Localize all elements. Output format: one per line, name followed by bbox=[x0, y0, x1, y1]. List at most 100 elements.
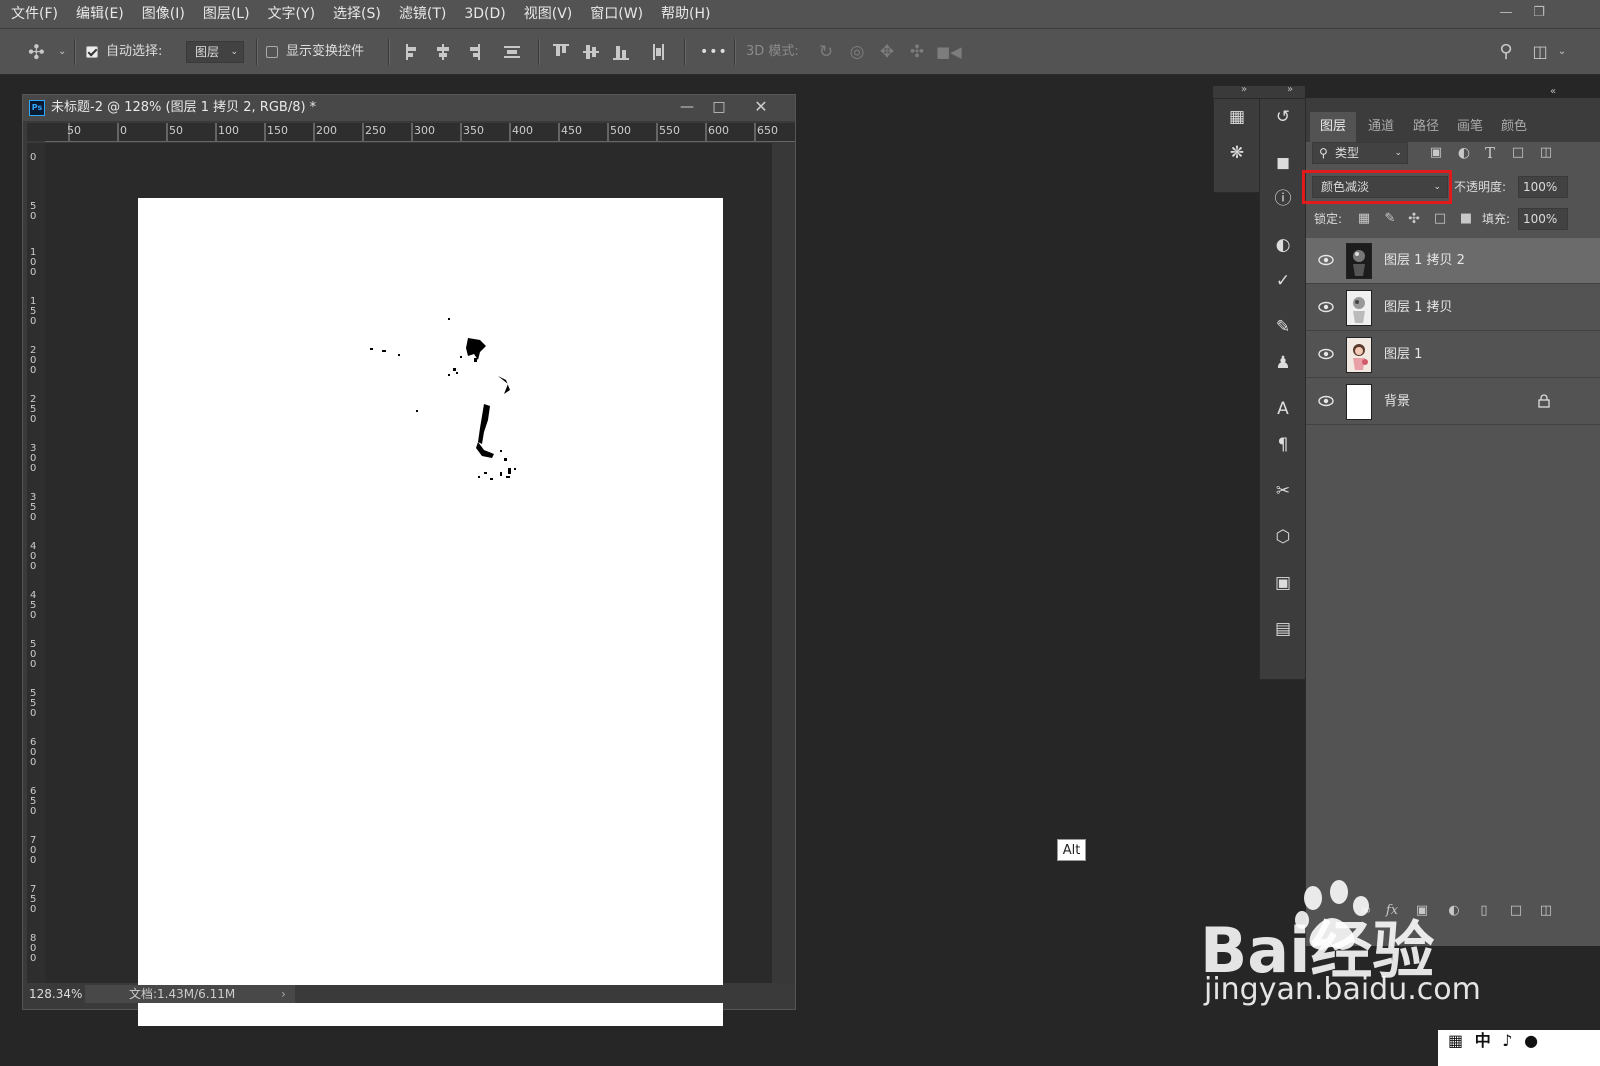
tab-paths[interactable]: 路径 bbox=[1404, 112, 1448, 142]
canvas-area[interactable] bbox=[45, 143, 772, 1026]
menu-help[interactable]: 帮助(H) bbox=[652, 0, 719, 28]
document-title-bar[interactable]: Ps 未标题-2 @ 128% (图层 1 拷贝 2, RGB/8) * — □… bbox=[23, 95, 795, 121]
align-top-icon[interactable] bbox=[552, 41, 572, 63]
collapse-icon[interactable]: » bbox=[1287, 84, 1293, 95]
lock-brush-icon[interactable]: ✎ bbox=[1380, 208, 1400, 230]
layer-name[interactable]: 背景 bbox=[1384, 379, 1410, 425]
3d-roll-icon[interactable]: ◎ bbox=[846, 29, 868, 75]
ime-emoji-icon[interactable]: ● bbox=[1524, 1031, 1538, 1050]
opacity-input[interactable]: 100% bbox=[1518, 176, 1568, 198]
eye-icon[interactable] bbox=[1318, 346, 1334, 362]
character-icon[interactable]: A bbox=[1260, 391, 1306, 427]
layer-row[interactable]: 背景 bbox=[1306, 379, 1600, 425]
gear-icon[interactable]: ❋ bbox=[1214, 135, 1260, 171]
align-hcenter-icon[interactable] bbox=[434, 41, 454, 63]
history-icon[interactable]: ↺ bbox=[1260, 99, 1306, 135]
layer-filter-dropdown[interactable]: ⚲ 类型 ⌄ bbox=[1312, 142, 1408, 164]
lock-artboard-icon[interactable]: □ bbox=[1430, 208, 1450, 230]
dock-header[interactable]: » » bbox=[1213, 84, 1305, 98]
layer-name[interactable]: 图层 1 bbox=[1384, 332, 1422, 378]
layer-row[interactable]: 图层 1 拷贝 bbox=[1306, 285, 1600, 331]
document-size-info[interactable]: 文档:1.43M/6.11M bbox=[85, 985, 295, 1003]
tab-layers[interactable]: 图层 bbox=[1310, 112, 1356, 142]
workspace-chevron-icon[interactable]: ⌄ bbox=[1556, 29, 1568, 75]
menu-layer[interactable]: 图层(L) bbox=[194, 0, 259, 28]
search-icon[interactable]: ⚲ bbox=[1494, 29, 1518, 75]
eye-icon[interactable] bbox=[1318, 252, 1334, 268]
ime-punct-icon[interactable]: ♪ bbox=[1502, 1031, 1512, 1050]
menu-filter[interactable]: 滤镜(T) bbox=[390, 0, 455, 28]
info-icon[interactable]: ⓘ bbox=[1260, 181, 1306, 217]
eye-icon[interactable] bbox=[1318, 393, 1334, 409]
doc-minimize-button[interactable]: — bbox=[677, 97, 697, 117]
menu-view[interactable]: 视图(V) bbox=[515, 0, 582, 28]
tab-channels[interactable]: 通道 bbox=[1358, 112, 1404, 142]
doc-maximize-button[interactable]: □ bbox=[709, 97, 729, 117]
align-vcenter-icon[interactable] bbox=[582, 41, 602, 63]
menu-image[interactable]: 图像(I) bbox=[133, 0, 194, 28]
align-left-icon[interactable] bbox=[404, 41, 424, 63]
ruler-horizontal[interactable]: 50 0 50 100 150 200 250 300 350 400 450 … bbox=[45, 123, 795, 142]
app-minimize-button[interactable]: — bbox=[1495, 4, 1517, 22]
filter-pixel-icon[interactable]: ▣ bbox=[1426, 142, 1446, 164]
eye-icon[interactable] bbox=[1318, 299, 1334, 315]
workspace-icon[interactable]: ◫ bbox=[1528, 29, 1552, 75]
ime-toolbar[interactable]: ▦ 中 ♪ ● bbox=[1438, 1030, 1600, 1066]
3d-camera-icon[interactable]: ■◀ bbox=[936, 29, 962, 75]
tab-color[interactable]: 颜色 bbox=[1492, 112, 1536, 142]
filter-smart-object-icon[interactable]: ◫ bbox=[1536, 142, 1556, 164]
ruler-vertical[interactable]: 0 5 0 1 0 0 1 5 0 2 0 0 2 5 0 3 0 0 3 5 … bbox=[27, 143, 46, 983]
align-right-icon[interactable] bbox=[464, 41, 484, 63]
properties-icon[interactable]: ▣ bbox=[1260, 565, 1306, 601]
3d-icon[interactable]: ⬡ bbox=[1260, 519, 1306, 555]
menu-3d[interactable]: 3D(D) bbox=[455, 0, 514, 28]
styles-icon[interactable]: ✓ bbox=[1260, 263, 1306, 299]
3d-slide-icon[interactable]: ✣ bbox=[906, 29, 928, 75]
lock-all-icon[interactable]: ■ bbox=[1456, 208, 1476, 230]
vertical-scrollbar[interactable] bbox=[772, 143, 795, 983]
grid-icon[interactable]: ▦ bbox=[1214, 99, 1260, 135]
collapse-icon[interactable]: » bbox=[1241, 84, 1247, 95]
align-bottom-icon[interactable] bbox=[612, 41, 632, 63]
filter-type-icon[interactable]: T bbox=[1480, 142, 1500, 164]
layer-comps-icon[interactable]: ▤ bbox=[1260, 611, 1306, 647]
adjustments-icon[interactable]: ◐ bbox=[1260, 227, 1306, 263]
move-tool-icon[interactable]: ✣ bbox=[28, 29, 45, 75]
layer-name[interactable]: 图层 1 拷贝 2 bbox=[1384, 238, 1465, 284]
layer-name[interactable]: 图层 1 拷贝 bbox=[1384, 285, 1453, 331]
tools-icon[interactable]: ✂ bbox=[1260, 473, 1306, 509]
tab-brushes[interactable]: 画笔 bbox=[1448, 112, 1492, 142]
fill-input[interactable]: 100% bbox=[1518, 208, 1568, 230]
menu-select[interactable]: 选择(S) bbox=[324, 0, 390, 28]
chevron-right-icon[interactable]: › bbox=[281, 985, 286, 1003]
paragraph-icon[interactable]: ¶ bbox=[1260, 427, 1306, 463]
more-options-button[interactable]: ••• bbox=[700, 29, 728, 75]
tool-preset-chevron-icon[interactable]: ⌄ bbox=[58, 29, 66, 75]
layer-row[interactable]: 图层 1 拷贝 2 bbox=[1306, 238, 1600, 284]
lock-transparent-icon[interactable]: ▦ bbox=[1354, 208, 1374, 230]
menu-file[interactable]: 文件(F) bbox=[0, 0, 67, 28]
document-canvas[interactable] bbox=[138, 198, 723, 1026]
ime-mode[interactable]: 中 bbox=[1475, 1031, 1491, 1050]
menu-window[interactable]: 窗口(W) bbox=[581, 0, 652, 28]
3d-pan-icon[interactable]: ✥ bbox=[876, 29, 898, 75]
menu-type[interactable]: 文字(Y) bbox=[259, 0, 324, 28]
3d-orbit-icon[interactable]: ↻ bbox=[815, 29, 837, 75]
brush-icon[interactable]: ✎ bbox=[1260, 309, 1306, 345]
app-restore-button[interactable]: ❐ bbox=[1528, 4, 1550, 22]
collapse-panel-icon[interactable]: « bbox=[1550, 86, 1568, 98]
auto-select-checkbox[interactable] bbox=[86, 46, 98, 58]
clone-source-icon[interactable]: ♟ bbox=[1260, 345, 1306, 381]
lock-position-icon[interactable]: ✣ bbox=[1404, 208, 1424, 230]
ruler-origin[interactable] bbox=[27, 123, 45, 141]
distribute-horizontal-icon[interactable] bbox=[650, 41, 670, 63]
show-transform-checkbox[interactable] bbox=[266, 46, 278, 58]
auto-select-target-dropdown[interactable]: 图层 ⌄ bbox=[186, 41, 244, 63]
doc-close-button[interactable]: ✕ bbox=[751, 97, 771, 117]
distribute-vertical-icon[interactable] bbox=[502, 41, 524, 63]
3d-cube-panel-icon[interactable]: ◼ bbox=[1260, 145, 1306, 181]
filter-adjustment-icon[interactable]: ◐ bbox=[1454, 142, 1474, 164]
filter-shape-icon[interactable]: □ bbox=[1508, 142, 1528, 164]
zoom-level[interactable]: 128.34% bbox=[27, 985, 85, 1003]
ime-grid-icon[interactable]: ▦ bbox=[1448, 1031, 1463, 1050]
